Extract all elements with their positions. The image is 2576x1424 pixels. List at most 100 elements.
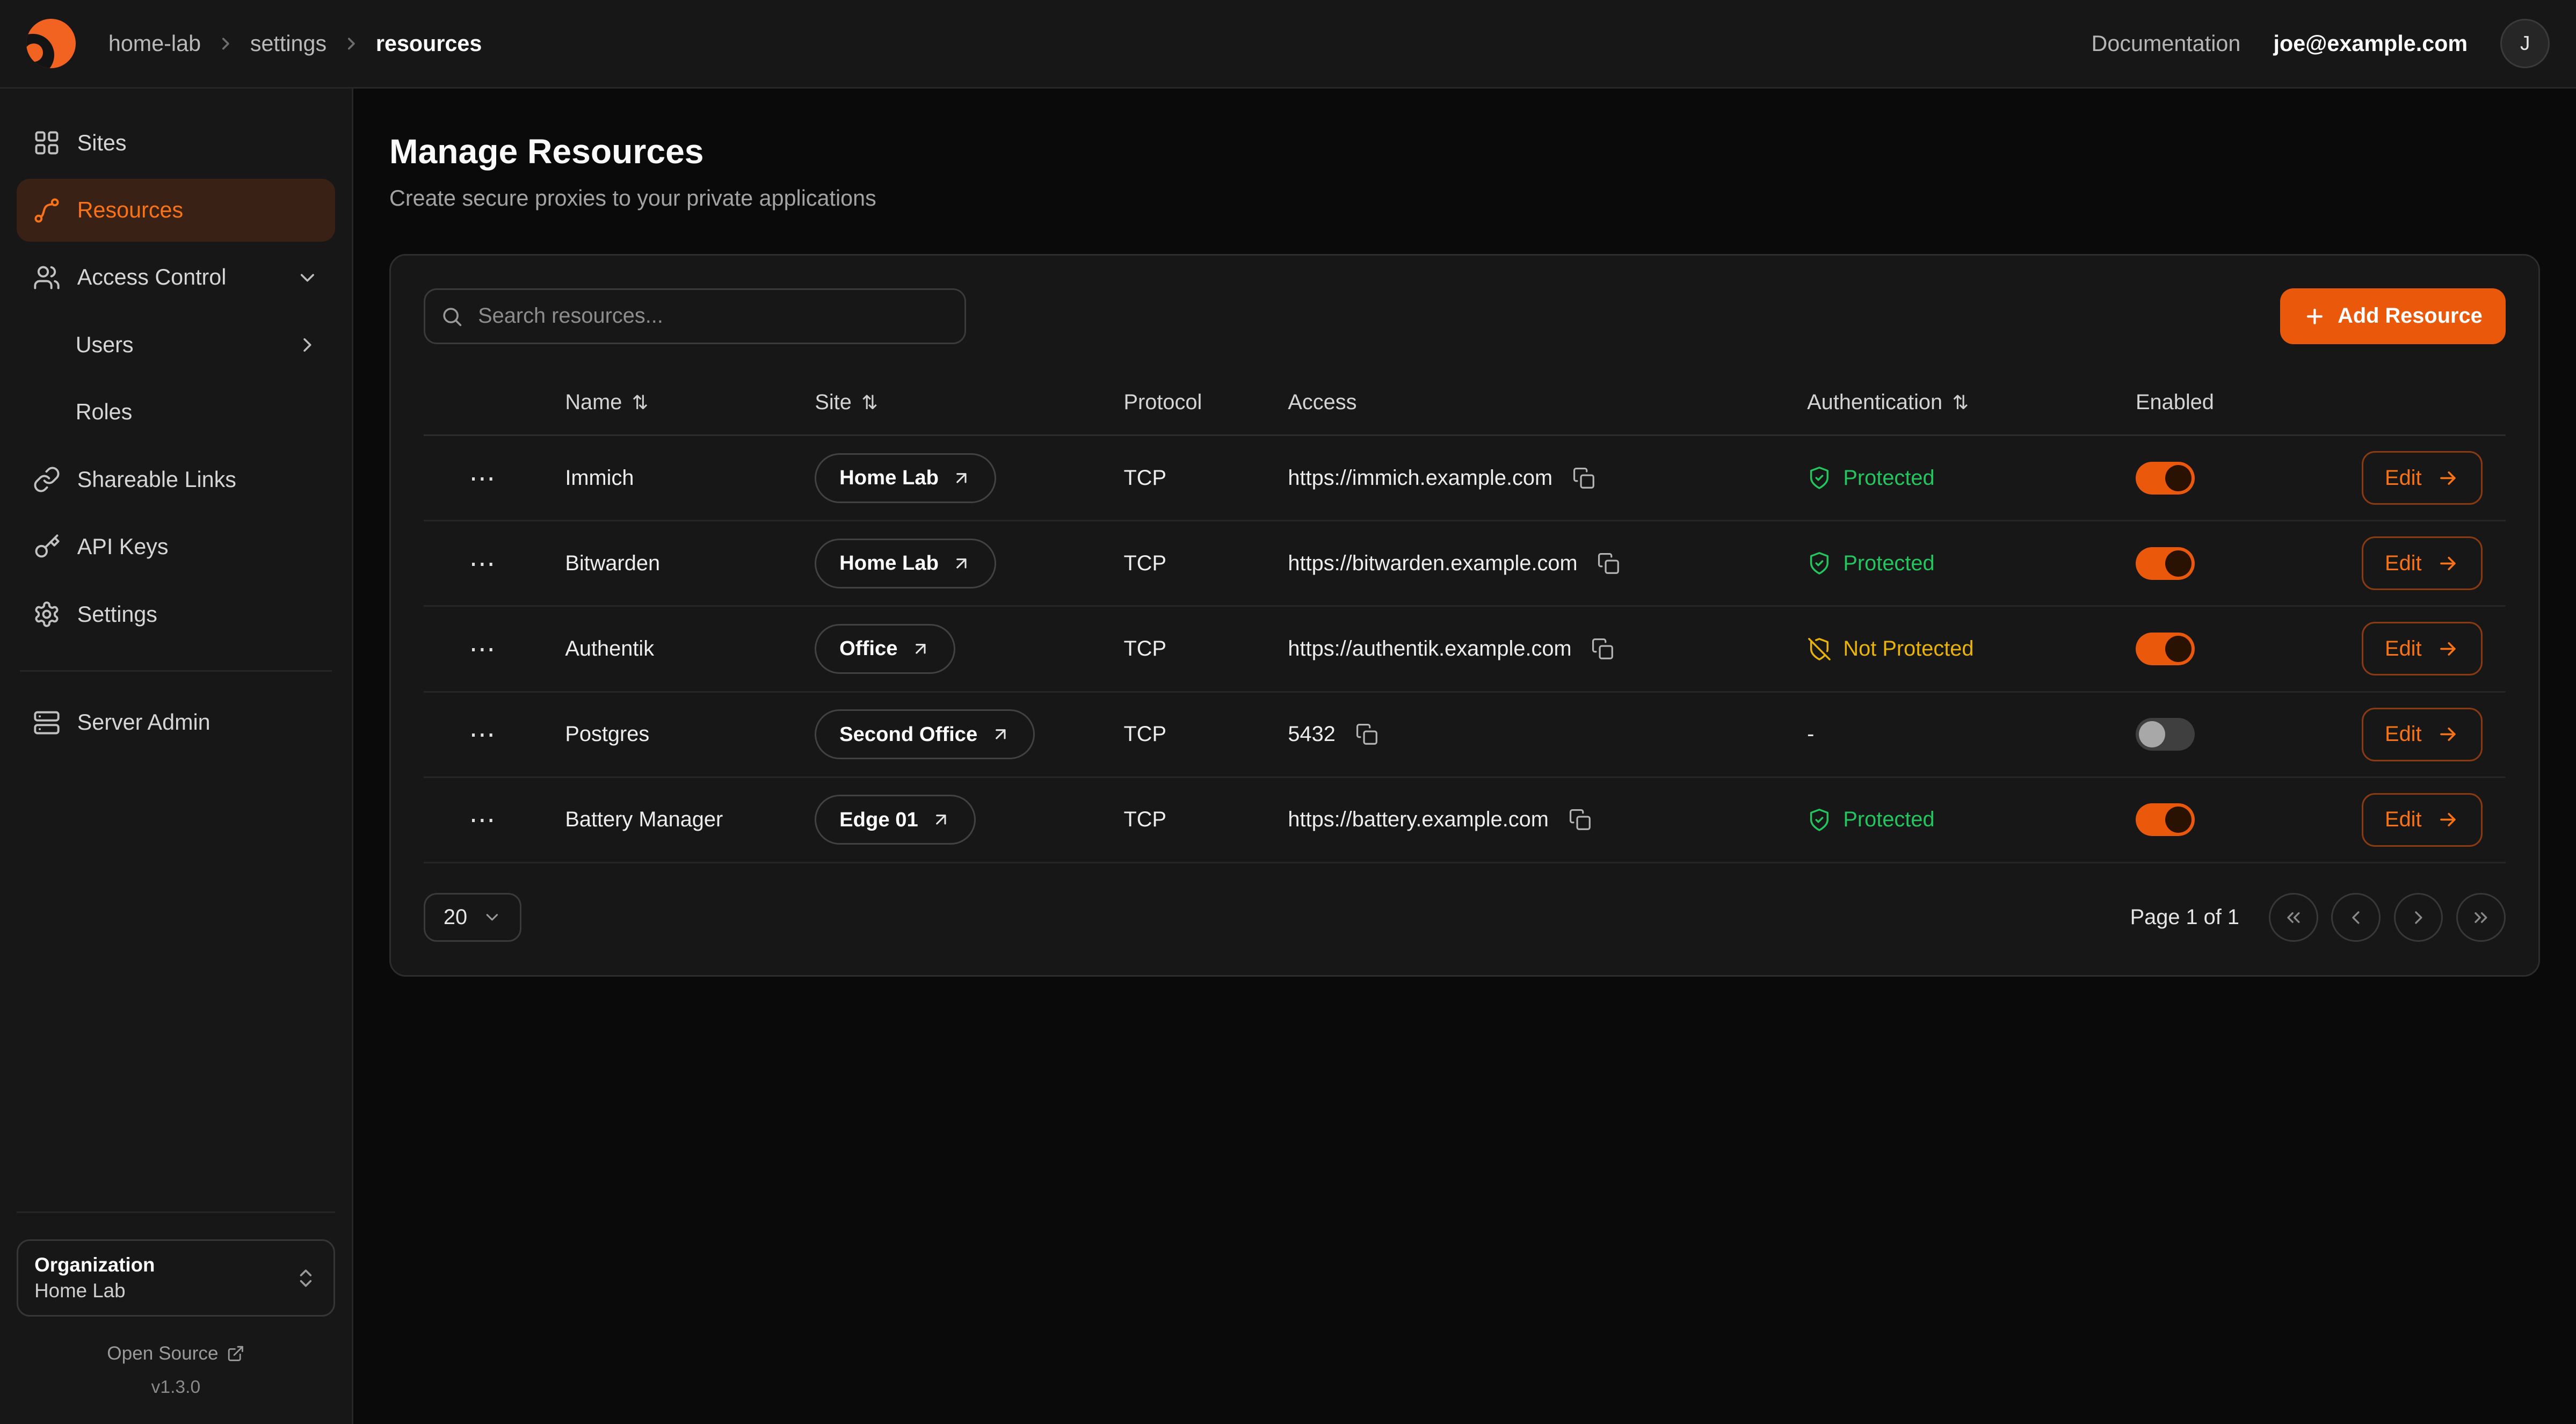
- row-menu-button[interactable]: ⋯: [459, 630, 507, 667]
- edit-button[interactable]: Edit: [2362, 793, 2482, 847]
- sort-icon: ⇅: [861, 391, 878, 414]
- add-resource-button[interactable]: Add Resource: [2280, 288, 2505, 344]
- sidebar-item-sites[interactable]: Sites: [17, 112, 336, 174]
- enabled-toggle[interactable]: [2136, 633, 2195, 665]
- copy-icon[interactable]: [1565, 805, 1594, 834]
- column-header-authentication[interactable]: Authentication ⇅: [1784, 390, 2113, 415]
- grid-icon: [33, 129, 61, 157]
- sidebar-item-api-keys[interactable]: API Keys: [17, 516, 336, 578]
- sidebar-item-roles[interactable]: Roles: [17, 381, 336, 444]
- shield-off-icon: [1807, 637, 1832, 662]
- copy-icon[interactable]: [1352, 720, 1381, 749]
- row-menu-button[interactable]: ⋯: [459, 545, 507, 582]
- chevrons-right-icon: [2470, 907, 2492, 928]
- shield-check-icon: [1807, 808, 1832, 832]
- organization-selector[interactable]: Organization Home Lab: [17, 1239, 336, 1317]
- copy-icon[interactable]: [1569, 463, 1599, 493]
- key-icon: [33, 533, 61, 561]
- open-source-link[interactable]: Open Source: [17, 1343, 336, 1364]
- site-link-button[interactable]: Office: [815, 624, 955, 674]
- enabled-toggle[interactable]: [2136, 803, 2195, 836]
- site-link-button[interactable]: Home Lab: [815, 453, 996, 503]
- protocol-value: TCP: [1123, 637, 1166, 661]
- row-menu-button[interactable]: ⋯: [459, 460, 507, 497]
- enabled-toggle[interactable]: [2136, 462, 2195, 495]
- sidebar-item-access-control[interactable]: Access Control: [17, 246, 336, 309]
- shield-check-icon: [1807, 466, 1832, 490]
- column-header-name[interactable]: Name ⇅: [542, 390, 792, 415]
- external-link-icon: [991, 724, 1011, 744]
- auth-status: Protected: [1807, 466, 1935, 490]
- shield-check-icon: [1807, 551, 1832, 576]
- topbar: home-lab settings resources Documentatio…: [0, 0, 2576, 89]
- access-value: https://battery.example.com: [1288, 808, 1549, 832]
- edit-label: Edit: [2385, 722, 2422, 746]
- arrow-right-icon: [2436, 723, 2459, 746]
- enabled-toggle[interactable]: [2136, 718, 2195, 751]
- copy-icon[interactable]: [1588, 634, 1617, 664]
- row-menu-button[interactable]: ⋯: [459, 716, 507, 753]
- site-link-button[interactable]: Edge 01: [815, 795, 975, 845]
- edit-button[interactable]: Edit: [2362, 536, 2482, 590]
- last-page-button[interactable]: [2456, 893, 2506, 942]
- app-logo[interactable]: [26, 19, 76, 68]
- breadcrumb-settings[interactable]: settings: [250, 31, 326, 56]
- auth-label: Protected: [1843, 808, 1934, 832]
- chevron-right-icon: [296, 333, 319, 357]
- edit-button[interactable]: Edit: [2362, 622, 2482, 675]
- column-header-label: Name: [565, 390, 622, 415]
- waypoints-icon: [33, 197, 61, 224]
- chevron-right-icon: [2408, 907, 2429, 928]
- sidebar-item-server-admin[interactable]: Server Admin: [17, 692, 336, 754]
- search-input[interactable]: [424, 288, 966, 344]
- enabled-toggle[interactable]: [2136, 547, 2195, 580]
- site-link-button[interactable]: Second Office: [815, 709, 1035, 759]
- chevron-left-icon: [2345, 907, 2367, 928]
- server-icon: [33, 709, 61, 737]
- page-size-value: 20: [444, 905, 467, 929]
- ellipsis-icon: ⋯: [469, 805, 497, 834]
- page-size-select[interactable]: 20: [424, 893, 521, 942]
- column-header-site[interactable]: Site ⇅: [792, 390, 1100, 415]
- edit-label: Edit: [2385, 466, 2422, 490]
- protocol-value: TCP: [1123, 722, 1166, 746]
- auth-label: Protected: [1843, 466, 1934, 490]
- sidebar-item-settings[interactable]: Settings: [17, 583, 336, 645]
- row-menu-button[interactable]: ⋯: [459, 801, 507, 838]
- avatar[interactable]: J: [2500, 19, 2550, 68]
- table-header-row: Name ⇅ Site ⇅ Protocol Access Authentica: [424, 370, 2505, 436]
- next-page-button[interactable]: [2394, 893, 2443, 942]
- table-row: ⋯ Immich Home Lab TCP https://immich.exa…: [424, 436, 2505, 521]
- column-header-label: Access: [1288, 390, 1356, 415]
- sidebar-item-label: Resources: [77, 198, 183, 223]
- auth-label: Not Protected: [1843, 637, 1973, 661]
- sidebar-item-resources[interactable]: Resources: [17, 179, 336, 241]
- external-link-icon: [952, 468, 971, 488]
- copy-icon[interactable]: [1594, 549, 1623, 578]
- table-row: ⋯ Bitwarden Home Lab TCP https://bitward…: [424, 521, 2505, 607]
- sidebar-item-shareable-links[interactable]: Shareable Links: [17, 448, 336, 511]
- auth-status: Not Protected: [1807, 637, 1973, 662]
- edit-button[interactable]: Edit: [2362, 451, 2482, 505]
- table-body: ⋯ Immich Home Lab TCP https://immich.exa…: [424, 436, 2505, 863]
- sidebar-item-label: Settings: [77, 602, 157, 627]
- column-header-access: Access: [1265, 390, 1784, 415]
- protocol-value: TCP: [1123, 808, 1166, 832]
- sort-icon: ⇅: [1952, 391, 1969, 414]
- sidebar-item-users[interactable]: Users: [17, 314, 336, 376]
- edit-button[interactable]: Edit: [2362, 708, 2482, 761]
- arrow-right-icon: [2436, 467, 2459, 490]
- documentation-link[interactable]: Documentation: [2092, 31, 2241, 56]
- sort-icon: ⇅: [632, 391, 649, 414]
- resource-name: Battery Manager: [565, 808, 723, 832]
- site-link-button[interactable]: Home Lab: [815, 539, 996, 589]
- first-page-button[interactable]: [2269, 893, 2318, 942]
- chevrons-up-down-icon: [294, 1267, 317, 1290]
- previous-page-button[interactable]: [2331, 893, 2381, 942]
- access-value: https://immich.example.com: [1288, 466, 1552, 490]
- breadcrumb-org[interactable]: home-lab: [108, 31, 201, 56]
- sidebar-item-label: API Keys: [77, 534, 169, 560]
- ellipsis-icon: ⋯: [469, 549, 497, 578]
- resources-card: Add Resource Name ⇅ Site ⇅ Protocol: [389, 254, 2540, 977]
- table-row: ⋯ Battery Manager Edge 01 TCP https://ba…: [424, 778, 2505, 863]
